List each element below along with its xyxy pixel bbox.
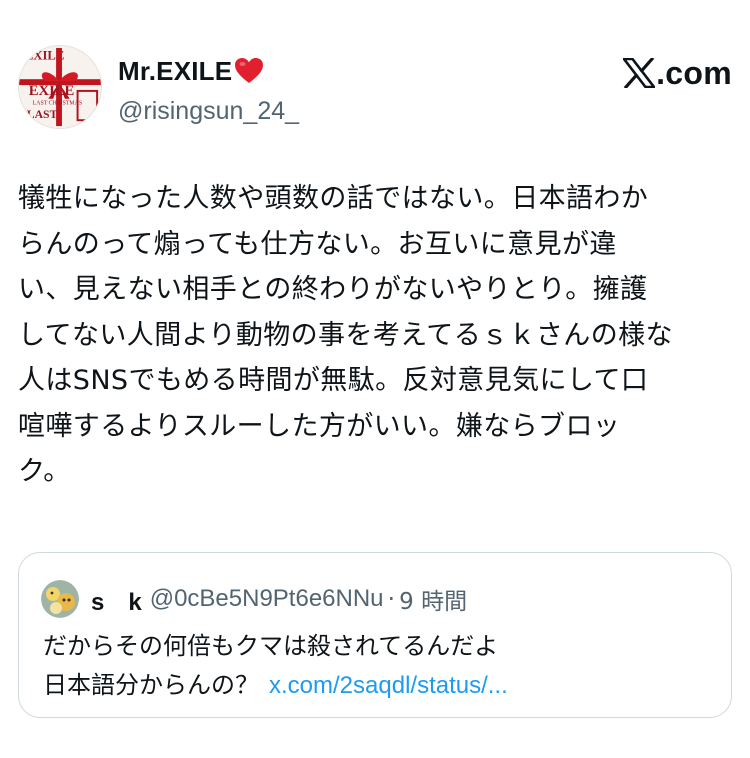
quoted-line-2: 日本語分からんの？ x.com/2saqdl/status/... — [43, 666, 508, 705]
quoted-author-handle[interactable]: @0cBe5N9Pt6e6NNu — [150, 585, 384, 613]
quoted-tweet-header: s k @0cBe5N9Pt6e6NNu · 9 時間 — [41, 577, 467, 621]
quoted-line-1: だからその何倍もクマは殺されてるんだよ — [43, 632, 499, 660]
dot-separator: · — [387, 585, 396, 613]
avatar-word-2: EXILE — [29, 83, 75, 99]
tweet-line: 喧嘩するよりスルーした方がいい。嫌ならブロッ — [18, 410, 621, 442]
quoted-tweet-text: だからその何倍もクマは殺されてるんだよ 日本語分からんの？ x.com/2saqd… — [43, 627, 508, 705]
quoted-author-avatar[interactable] — [41, 580, 79, 618]
tweet-line: 犠牲になった人数や頭数の話ではない。日本語わか — [18, 183, 649, 214]
avatar-word-3: LAST CHRISTMAS — [33, 101, 82, 107]
author-avatar[interactable]: EXILE EXILE LAST CHRISTMAS LAST — [18, 45, 102, 129]
avatar-artwork: EXILE EXILE LAST CHRISTMAS LAST — [19, 46, 101, 128]
tweet-line: らんのって煽っても仕方ない。お互いに意見が違 — [18, 228, 617, 260]
tweet-line: 人はSNSでもめる時間が無駄。反対意見気にして口 — [18, 365, 649, 396]
quoted-author-name[interactable]: s k — [91, 582, 142, 617]
red-heart-icon — [234, 57, 264, 85]
quoted-tweet-time[interactable]: 9 時間 — [399, 582, 467, 616]
tweet-header: EXILE EXILE LAST CHRISTMAS LAST Mr.EXILE… — [18, 45, 732, 130]
quoted-line-2-text: 日本語分からんの？ — [43, 671, 259, 699]
tweet-line: い、見えない相手との終わりがないやりとり。擁護 — [18, 274, 648, 305]
quoted-tweet-link[interactable]: x.com/2saqdl/status/... — [269, 672, 508, 699]
avatar-word-4: LAST — [27, 108, 58, 121]
tweet-line: ク。 — [18, 456, 71, 487]
x-logo-icon — [622, 56, 656, 90]
brand-domain: .com — [656, 54, 732, 91]
author-handle[interactable]: @risingsun_24_ — [118, 97, 299, 126]
author-name-row[interactable]: Mr.EXILE — [118, 55, 264, 87]
x-brand[interactable]: .com — [622, 54, 732, 91]
tweet-line: してない人間より動物の事を考えてるｓｋさんの様な — [18, 319, 673, 351]
quoted-tweet-card[interactable]: s k @0cBe5N9Pt6e6NNu · 9 時間 だからその何倍もクマは殺… — [18, 552, 732, 718]
author-display-name[interactable]: Mr.EXILE — [118, 56, 232, 87]
tweet-text: 犠牲になった人数や頭数の話ではない。日本語わか らんのって煽っても仕方ない。お互… — [18, 176, 732, 495]
